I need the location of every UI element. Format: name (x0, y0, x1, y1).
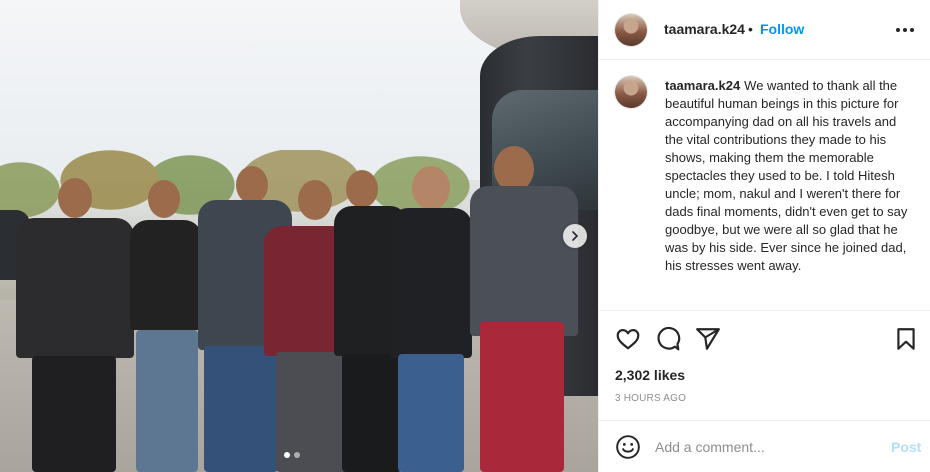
likes-count[interactable]: 2,302 likes (615, 367, 685, 383)
chevron-right-icon (572, 231, 578, 241)
bookmark-icon[interactable] (893, 326, 919, 352)
post-actions: 2,302 likes 3 hours ago (599, 310, 930, 430)
carousel-dots (284, 452, 300, 458)
post-header: taamara.k24 • Follow (599, 0, 930, 60)
post-comment-button[interactable]: Post (891, 439, 921, 455)
more-dot-icon (896, 28, 900, 32)
more-options-button[interactable] (895, 22, 915, 38)
photo-person-6 (388, 166, 474, 472)
caption-username[interactable]: taamara.k24 (665, 78, 740, 93)
more-dot-icon (903, 28, 907, 32)
header-username[interactable]: taamara.k24 (664, 21, 745, 37)
caption-text: We wanted to thank all the beautiful hum… (665, 78, 908, 273)
carousel-dot (294, 452, 300, 458)
post-photo[interactable] (0, 0, 598, 472)
header-bullet: • (748, 21, 753, 37)
heart-icon[interactable] (615, 326, 641, 352)
comment-input[interactable] (655, 435, 875, 459)
comment-icon[interactable] (655, 326, 681, 352)
post-timestamp[interactable]: 3 hours ago (615, 393, 686, 404)
more-dot-icon (910, 28, 914, 32)
caption-block: taamara.k24 We wanted to thank all the be… (599, 60, 930, 310)
share-icon[interactable] (695, 326, 721, 352)
carousel-dot-active (284, 452, 290, 458)
caption-avatar[interactable] (615, 76, 647, 108)
follow-button[interactable]: Follow (760, 21, 804, 37)
post-side-panel: taamara.k24 • Follow taamara.k24 We wante… (598, 0, 930, 472)
photo-person-7 (470, 146, 580, 472)
avatar[interactable] (615, 14, 647, 46)
comment-bar: Post (599, 420, 930, 472)
emoji-icon[interactable] (615, 434, 641, 460)
caption: taamara.k24 We wanted to thank all the be… (665, 77, 917, 275)
photo-person-1 (10, 178, 134, 472)
carousel-next-button[interactable] (563, 224, 587, 248)
